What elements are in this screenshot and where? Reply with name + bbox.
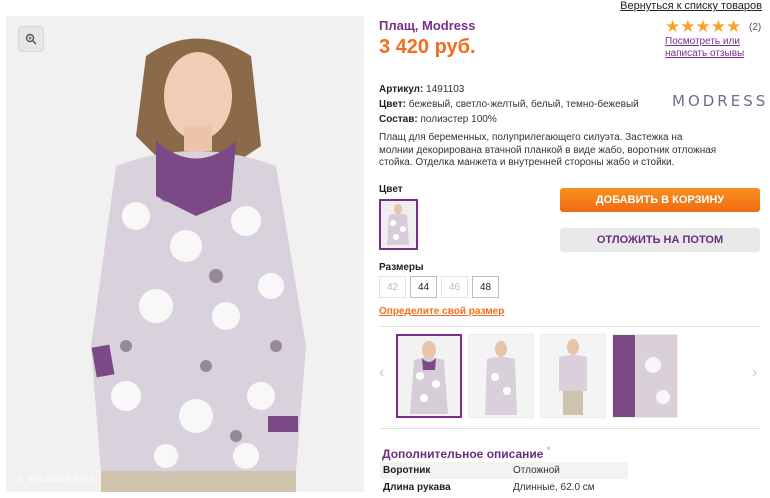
magnifier-icon xyxy=(25,33,37,45)
composition-row: Состав: полиэстер 100% xyxy=(379,112,639,127)
product-image xyxy=(6,16,364,492)
chevron-right-icon[interactable]: › xyxy=(752,364,757,382)
thumbnail-image xyxy=(398,336,460,416)
star-icon: ★ xyxy=(695,17,711,36)
spec-value: Отложной xyxy=(510,462,628,479)
watermark: © WILDBERRIES xyxy=(18,474,96,484)
product-price: 3 420 руб. xyxy=(379,36,476,58)
thumbnail-carousel xyxy=(396,334,678,418)
thumbnail-image xyxy=(541,335,605,417)
composition-label: Состав: xyxy=(379,114,418,125)
product-photo[interactable]: © WILDBERRIES xyxy=(6,16,364,492)
color-value: бежевый, светло-желтый, белый, темно-беж… xyxy=(408,99,639,110)
thumbnail-side[interactable] xyxy=(468,334,534,418)
thumbnail-open[interactable] xyxy=(540,334,606,418)
find-size-link[interactable]: Определите свой размер xyxy=(379,306,504,317)
thumbnail-front[interactable] xyxy=(396,334,462,418)
size-option[interactable]: 44 xyxy=(410,276,437,298)
size-option[interactable]: 46 xyxy=(441,276,468,298)
table-row: Длина рукава Длинные, 62.0 см xyxy=(380,479,628,496)
color-row: Цвет: бежевый, светло-желтый, белый, тем… xyxy=(379,97,639,112)
sku-row: Артикул: 1491103 xyxy=(379,82,639,97)
product-details: Артикул: 1491103 Цвет: бежевый, светло-ж… xyxy=(379,82,639,127)
product-title: Плащ, Modress xyxy=(379,18,476,33)
spec-table: Воротник Отложной Длина рукава Длинные, … xyxy=(380,462,628,496)
size-option[interactable]: 42 xyxy=(379,276,406,298)
thumbnail-image xyxy=(469,335,533,417)
color-label: Цвет: xyxy=(379,99,406,110)
star-icon: ★ xyxy=(665,17,681,36)
composition-value: полиэстер 100% xyxy=(420,114,497,125)
thumbnail-image xyxy=(613,335,677,417)
brand-logo[interactable]: MODRESS xyxy=(672,92,768,110)
thumbnail-detail[interactable] xyxy=(612,334,678,418)
sku-value: 1491103 xyxy=(426,84,465,95)
size-selector: 42 44 46 48 xyxy=(379,276,499,298)
product-description: Плащ для беременных, полуприлегающего си… xyxy=(379,132,717,168)
zoom-button[interactable] xyxy=(18,26,44,52)
back-to-list-link[interactable]: Вернуться к списку товаров xyxy=(620,0,762,12)
chevron-left-icon[interactable]: ‹ xyxy=(379,364,384,382)
sizes-label: Размеры xyxy=(379,262,424,273)
additional-description-label: Дополнительное описание xyxy=(382,447,544,461)
sku-label: Артикул: xyxy=(379,84,424,95)
divider xyxy=(379,428,760,429)
table-row: Воротник Отложной xyxy=(380,462,628,479)
star-icon: ★ xyxy=(726,17,742,36)
star-icon: ★ xyxy=(680,17,696,36)
rating-stars: ★ ★ ★ ★ ★ xyxy=(665,18,741,35)
color-swatch-image xyxy=(381,201,416,248)
add-to-cart-button[interactable]: ДОБАВИТЬ В КОРЗИНУ xyxy=(560,188,760,212)
additional-description-title: Дополнительное описание * xyxy=(382,445,551,461)
color-section-label: Цвет xyxy=(379,184,403,195)
reviews-link[interactable]: Посмотреть или написать отзывы xyxy=(665,36,765,60)
rating-count: (2) xyxy=(749,22,762,33)
save-for-later-button[interactable]: ОТЛОЖИТЬ НА ПОТОМ xyxy=(560,228,760,252)
spec-key: Воротник xyxy=(380,462,510,479)
size-option[interactable]: 48 xyxy=(472,276,499,298)
color-swatch[interactable] xyxy=(379,199,418,250)
divider xyxy=(379,326,760,327)
star-icon: ★ xyxy=(710,17,726,36)
spec-value: Длинные, 62.0 см xyxy=(513,482,595,493)
spec-key: Длина рукава xyxy=(383,482,451,493)
